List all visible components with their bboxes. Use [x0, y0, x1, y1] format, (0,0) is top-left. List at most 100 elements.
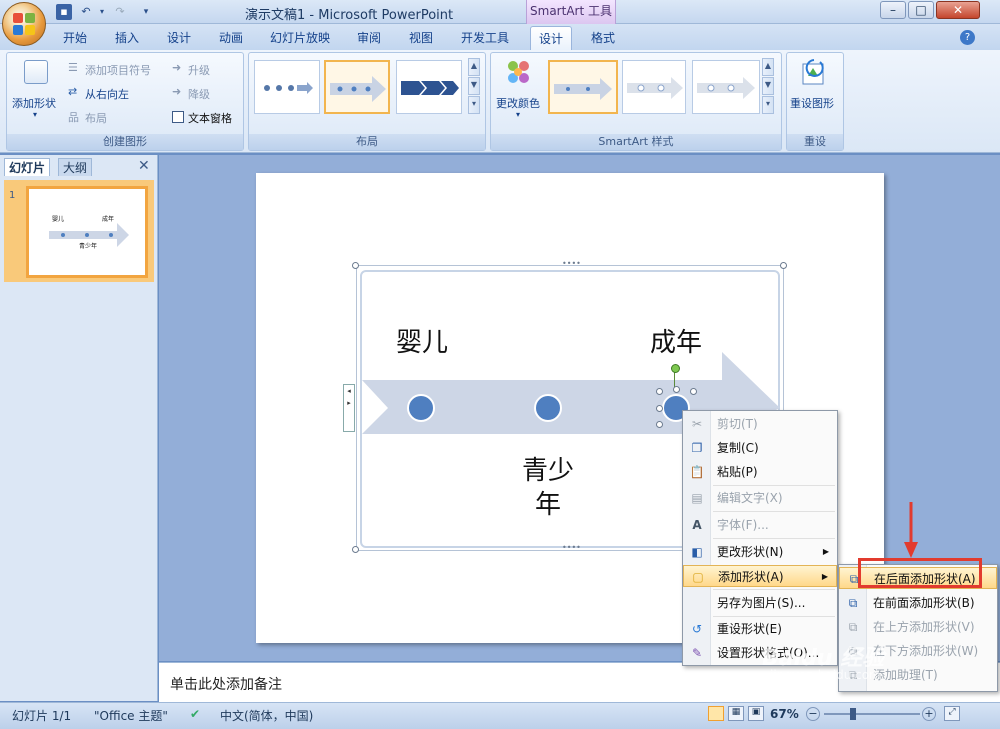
- minimize-button[interactable]: –: [880, 1, 906, 19]
- style-thumb-2[interactable]: [622, 60, 686, 114]
- office-button[interactable]: [2, 2, 46, 46]
- timeline-circle-2[interactable]: [534, 394, 562, 422]
- normal-view-icon[interactable]: [708, 706, 724, 721]
- demote-button[interactable]: 降级: [188, 86, 210, 102]
- layout-button[interactable]: 布局: [85, 110, 107, 126]
- menu-edit-text[interactable]: ▤ 编辑文字(X): [683, 487, 837, 509]
- add-bullet-button[interactable]: 添加项目符号: [85, 62, 151, 78]
- menu-copy[interactable]: ❐ 复制(C): [683, 437, 837, 459]
- layouts-more[interactable]: ▾: [468, 96, 480, 114]
- frame-handle-tr[interactable]: [780, 262, 787, 269]
- change-colors-button[interactable]: 更改颜色: [496, 95, 540, 111]
- frame-handle-bl[interactable]: [352, 546, 359, 553]
- watermark-url: jingyan.baidu.com: [770, 668, 881, 682]
- shape-handle-tl[interactable]: [656, 388, 663, 395]
- maximize-button[interactable]: □: [908, 1, 934, 19]
- text-pane-toggle[interactable]: ◂ ▸: [343, 384, 355, 432]
- style-thumb-3[interactable]: [692, 60, 760, 114]
- tab-review[interactable]: 审阅: [350, 26, 388, 50]
- close-button[interactable]: ✕: [936, 1, 980, 19]
- tab-design[interactable]: 设计: [160, 26, 198, 50]
- menu-font[interactable]: A 字体(F)...: [683, 514, 837, 536]
- group-label: SmartArt 样式: [491, 134, 781, 150]
- slideshow-view-icon[interactable]: ▣: [748, 706, 764, 721]
- layout-thumb-2-selected[interactable]: [324, 60, 390, 114]
- tab-smartart-design[interactable]: 设计: [530, 26, 572, 50]
- zoom-slider-thumb[interactable]: [850, 708, 856, 720]
- style-thumb-2-graphic: [627, 77, 683, 99]
- shape-handle-l[interactable]: [656, 405, 663, 412]
- add-shape-button[interactable]: 添加形状: [12, 95, 56, 111]
- customize-icon[interactable]: ▾: [138, 4, 154, 20]
- tab-animations[interactable]: 动画: [212, 26, 250, 50]
- layout-thumb-1-graphic: [264, 82, 313, 94]
- layout-thumb-3[interactable]: [396, 60, 462, 114]
- style-thumb-1-selected[interactable]: [548, 60, 618, 114]
- styles-more[interactable]: ▾: [762, 96, 774, 114]
- timeline-circle-1[interactable]: [407, 394, 435, 422]
- right-to-left-button[interactable]: 从右向左: [85, 86, 129, 102]
- label-teen-line1[interactable]: 青少: [514, 454, 582, 488]
- layout-thumb-1[interactable]: [254, 60, 320, 114]
- office-logo-icon: [13, 13, 35, 35]
- undo-icon[interactable]: ↶: [78, 4, 94, 20]
- layouts-scroll-up[interactable]: ▲: [468, 58, 480, 76]
- zoom-level[interactable]: 67%: [770, 707, 799, 721]
- tab-home[interactable]: 开始: [56, 26, 94, 50]
- menu-change-shape[interactable]: ◧ 更改形状(N) ▶: [683, 541, 837, 563]
- label-infant[interactable]: 婴儿: [390, 326, 454, 360]
- help-icon[interactable]: ?: [960, 30, 975, 45]
- frame-bottom-grip[interactable]: ••••: [562, 544, 581, 552]
- submenu-arrow-icon: ▶: [821, 572, 828, 581]
- menu-reset-shape[interactable]: ↺ 重设形状(E): [683, 618, 837, 640]
- status-language[interactable]: 中文(简体，中国): [220, 707, 313, 724]
- zoom-out-icon[interactable]: −: [806, 707, 820, 721]
- frame-handle-tl[interactable]: [352, 262, 359, 269]
- thumb-label-teen: 青少年: [79, 243, 98, 250]
- menu-paste[interactable]: 📋 粘贴(P): [683, 461, 837, 483]
- label-teen-line2[interactable]: 年: [514, 488, 582, 522]
- layouts-scroll-down[interactable]: ▼: [468, 77, 480, 95]
- reset-graphic-button[interactable]: 重设图形: [790, 95, 834, 111]
- shape-handle-t[interactable]: [673, 386, 680, 393]
- menu-save-as-picture[interactable]: 另存为图片(S)...: [683, 592, 837, 614]
- undo-dropdown-icon[interactable]: ▾: [94, 4, 110, 20]
- tab-insert[interactable]: 插入: [108, 26, 146, 50]
- close-pane-icon[interactable]: ✕: [138, 158, 150, 174]
- slide-thumbnail[interactable]: [26, 186, 148, 278]
- submenu-add-above[interactable]: ⧉ 在上方添加形状(V): [839, 616, 997, 638]
- promote-button[interactable]: 升级: [188, 62, 210, 78]
- tab-smartart-format[interactable]: 格式: [582, 26, 624, 50]
- text-pane-button[interactable]: 文本窗格: [188, 110, 232, 126]
- styles-scroll-down[interactable]: ▼: [762, 77, 774, 95]
- change-colors-dropdown-icon[interactable]: ▾: [516, 110, 520, 119]
- submenu-add-below-label: 在下方添加形状(W): [873, 644, 979, 658]
- group-label: 重设: [787, 134, 843, 150]
- add-shape-icon: [24, 60, 48, 84]
- tab-slideshow[interactable]: 幻灯片放映: [264, 26, 336, 50]
- status-theme[interactable]: "Office 主题": [94, 707, 168, 724]
- spellcheck-icon[interactable]: ✔: [190, 707, 200, 721]
- tab-slides[interactable]: 幻灯片: [4, 158, 51, 176]
- fit-window-icon[interactable]: ⤢: [944, 706, 960, 721]
- slide-sorter-icon[interactable]: ▦: [728, 706, 744, 721]
- styles-scroll-up[interactable]: ▲: [762, 58, 774, 76]
- save-icon[interactable]: ▪: [56, 4, 72, 20]
- menu-cut[interactable]: ✂ 剪切(T): [683, 413, 837, 435]
- add-shape-dropdown-icon[interactable]: ▾: [33, 110, 37, 119]
- shape-handle-tr[interactable]: [690, 388, 697, 395]
- tab-outline[interactable]: 大纲: [58, 158, 93, 176]
- rotate-handle[interactable]: [671, 364, 680, 373]
- zoom-in-icon[interactable]: +: [922, 707, 936, 721]
- zoom-slider-track[interactable]: [824, 713, 920, 715]
- tab-developer[interactable]: 开发工具: [454, 26, 516, 50]
- menu-add-shape[interactable]: ▢ 添加形状(A) ▶: [683, 565, 837, 587]
- shape-handle-bl[interactable]: [656, 421, 663, 428]
- submenu-add-before[interactable]: ⧉ 在前面添加形状(B): [839, 592, 997, 614]
- submenu-add-before-label: 在前面添加形状(B): [873, 596, 975, 610]
- label-adult[interactable]: 成年: [644, 326, 708, 360]
- smartart-tools-title: SmartArt 工具: [526, 0, 616, 24]
- frame-top-grip[interactable]: ••••: [562, 260, 581, 268]
- redo-icon[interactable]: ↷: [112, 4, 128, 20]
- tab-view[interactable]: 视图: [402, 26, 440, 50]
